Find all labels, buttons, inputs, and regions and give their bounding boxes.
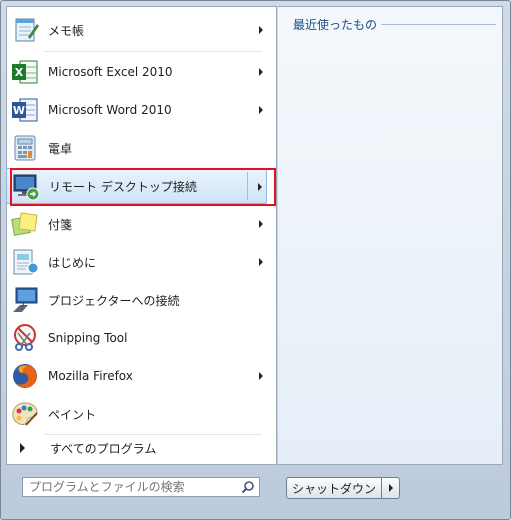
recent-divider	[381, 23, 496, 25]
menu-item-calculator[interactable]: 電卓	[6, 130, 267, 166]
paint-palette-icon	[12, 402, 38, 426]
submenu-arrow-icon[interactable]	[259, 26, 263, 34]
menu-item-label: メモ帳	[48, 23, 85, 38]
calculator-icon	[14, 135, 36, 161]
submenu-arrow-icon[interactable]	[259, 106, 263, 114]
all-programs-label: すべてのプログラム	[50, 441, 157, 456]
menu-item-firefox[interactable]: Mozilla Firefox	[6, 358, 267, 394]
menu-item-sticky-notes[interactable]: 付箋	[6, 206, 267, 242]
recent-title: 最近使ったもの	[293, 17, 378, 32]
getting-started-icon	[13, 249, 39, 275]
menu-item-label: プロジェクターへの接続	[48, 293, 180, 308]
menu-item-label: はじめに	[48, 255, 97, 270]
submenu-arrow-icon[interactable]	[259, 258, 263, 266]
shutdown-button[interactable]: シャットダウン	[286, 477, 382, 499]
shutdown-label: シャットダウン	[291, 481, 376, 496]
shutdown-group: シャットダウン	[286, 477, 400, 499]
chevron-right-icon	[388, 484, 393, 492]
menu-item-label: 付箋	[48, 217, 73, 232]
recent-header: 最近使ったもの	[293, 16, 496, 32]
menu-item-label: ペイント	[48, 407, 97, 422]
menu-item-excel[interactable]: X Microsoft Excel 2010	[6, 54, 267, 90]
submenu-arrow-icon[interactable]	[259, 220, 263, 228]
menu-item-label: Mozilla Firefox	[48, 369, 133, 383]
svg-text:X: X	[15, 66, 24, 79]
highlight-box	[10, 168, 276, 206]
search-icon[interactable]	[241, 480, 255, 494]
search-field[interactable]	[22, 477, 260, 497]
separator	[44, 434, 262, 435]
menu-item-paint[interactable]: ペイント	[6, 396, 267, 432]
menu-item-snipping-tool[interactable]: Snipping Tool	[6, 320, 267, 356]
shutdown-options-button[interactable]	[382, 477, 400, 499]
menu-item-projector[interactable]: プロジェクターへの接続	[6, 282, 267, 318]
menu-item-word[interactable]: W Microsoft Word 2010	[6, 92, 267, 128]
projector-icon	[13, 287, 38, 312]
scissors-icon	[14, 324, 36, 351]
recent-pane: 最近使ったもの	[278, 6, 503, 465]
submenu-arrow-icon[interactable]	[259, 68, 263, 76]
sticky-notes-icon	[11, 212, 38, 236]
menu-item-notepad[interactable]: メモ帳	[6, 12, 267, 48]
menu-item-label: Snipping Tool	[48, 331, 128, 345]
menu-item-label: Microsoft Excel 2010	[48, 65, 173, 79]
menu-item-getting-started[interactable]: はじめに	[6, 244, 267, 280]
submenu-arrow-icon[interactable]	[259, 372, 263, 380]
notepad-icon	[15, 18, 39, 42]
separator	[44, 51, 262, 52]
expand-arrow-icon	[20, 443, 25, 453]
firefox-icon	[13, 364, 37, 388]
all-programs-button[interactable]: すべてのプログラム	[6, 437, 267, 459]
menu-item-label: 電卓	[48, 141, 73, 156]
excel-icon: X	[12, 60, 38, 84]
search-input[interactable]	[27, 478, 241, 496]
word-icon: W	[12, 98, 38, 122]
menu-item-label: Microsoft Word 2010	[48, 103, 172, 117]
svg-text:W: W	[13, 104, 25, 117]
